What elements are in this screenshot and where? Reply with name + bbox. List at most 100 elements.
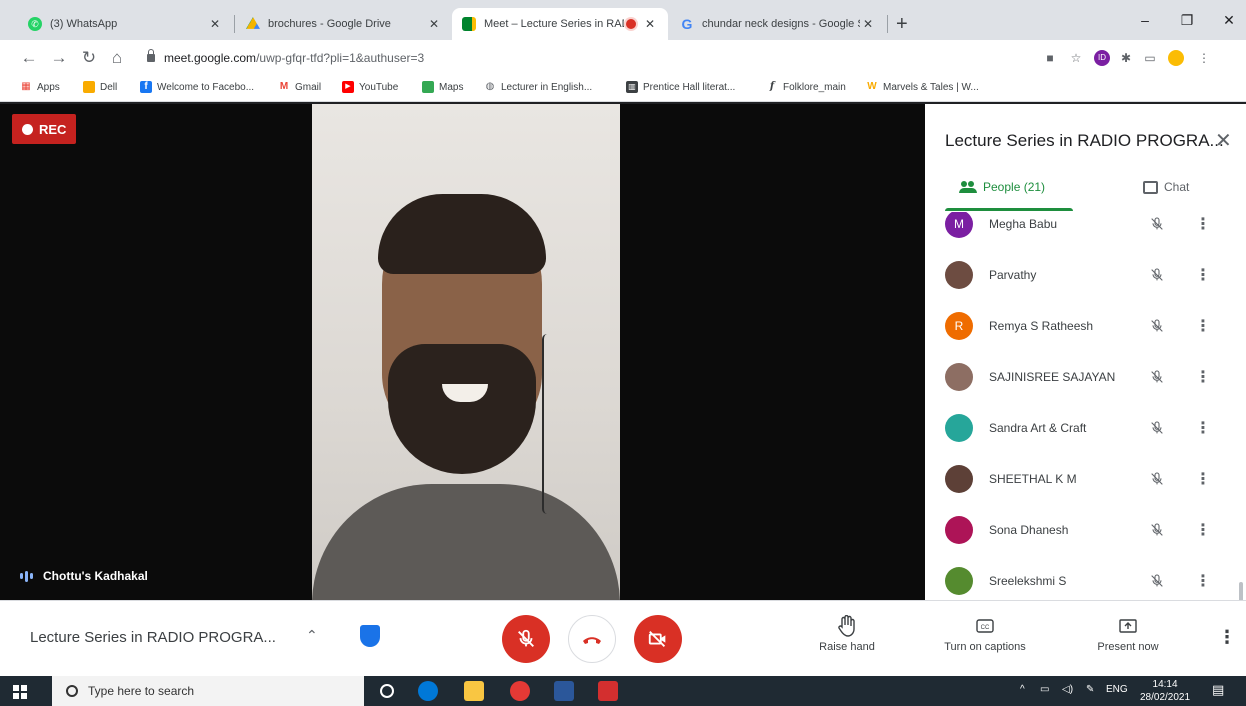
browser-menu-icon[interactable]: ⋮ <box>1196 50 1212 66</box>
more-vert-icon[interactable]: ⋮ <box>1195 316 1211 336</box>
new-tab-button[interactable]: + <box>896 14 908 34</box>
forward-button[interactable]: → <box>48 48 70 68</box>
participant-row[interactable]: Sandra Art & Craft ⋮ <box>925 402 1246 453</box>
participant-row[interactable]: Sreelekshmi S ⋮ <box>925 555 1246 600</box>
hang-up-icon <box>583 637 601 644</box>
mic-off-icon[interactable] <box>1149 420 1165 436</box>
raise-hand-button[interactable]: Raise hand <box>797 615 897 653</box>
present-now-button[interactable]: Present now <box>1078 615 1178 653</box>
close-tab-icon[interactable]: ✕ <box>207 17 223 31</box>
home-button[interactable]: ⌂ <box>106 48 128 68</box>
participant-list[interactable]: M Megha Babu ⋮ Parvathy ⋮ R Remya S Ratheesh ⋮ S… <box>925 212 1246 600</box>
mic-off-icon[interactable] <box>1149 522 1165 538</box>
back-button[interactable]: ← <box>18 48 40 68</box>
profile-avatar[interactable] <box>1168 50 1184 66</box>
captions-button[interactable]: CC Turn on captions <box>935 615 1035 653</box>
participant-row[interactable]: SAJINISREE SAJAYAN ⋮ <box>925 351 1246 402</box>
cast-icon[interactable]: ▭ <box>1142 50 1158 66</box>
bookmark-gmail[interactable]: M Gmail <box>278 81 321 93</box>
address-bar[interactable]: meet.google.com/uwp-gfqr-tfd?pli=1&authu… <box>164 51 424 65</box>
bookmark-facebook[interactable]: f Welcome to Facebo... <box>140 81 254 93</box>
tab-google-search[interactable]: G chundar neck designs - Google S ✕ <box>670 8 886 40</box>
extension-icon[interactable]: ID <box>1094 50 1110 66</box>
camera-toggle-button[interactable] <box>634 615 682 663</box>
more-vert-icon[interactable]: ⋮ <box>1195 367 1211 387</box>
more-vert-icon[interactable]: ⋮ <box>1195 418 1211 438</box>
edge-icon[interactable] <box>418 681 438 701</box>
leave-call-button[interactable] <box>568 615 616 663</box>
bookmark-youtube[interactable]: ▶ YouTube <box>342 81 398 93</box>
avatar: R <box>945 311 973 340</box>
mic-off-icon[interactable] <box>1149 216 1165 232</box>
more-vert-icon[interactable]: ⋮ <box>1195 265 1211 285</box>
microphone-toggle-button[interactable] <box>502 615 550 663</box>
bookmark-marvels-tales[interactable]: W Marvels & Tales | W... <box>866 81 979 93</box>
network-icon[interactable]: ▭ <box>1040 684 1049 695</box>
tab-whatsapp[interactable]: ✆ (3) WhatsApp ✕ <box>18 8 233 40</box>
panel-scrollbar[interactable] <box>1239 582 1243 600</box>
more-vert-icon[interactable]: ⋮ <box>1195 214 1211 234</box>
tray-chevron-icon[interactable]: ^ <box>1020 684 1025 695</box>
participant-row[interactable]: SHEETHAL K M ⋮ <box>925 453 1246 504</box>
mic-off-icon[interactable] <box>1149 471 1165 487</box>
more-options-icon[interactable]: ⋮ <box>1218 627 1236 648</box>
mic-off-icon[interactable] <box>1149 369 1165 385</box>
chevron-up-icon[interactable]: ⌃ <box>306 627 318 644</box>
volume-icon[interactable]: ◁) <box>1062 684 1073 695</box>
taskbar-search-box[interactable]: Type here to search <box>52 676 364 706</box>
more-vert-icon[interactable]: ⋮ <box>1195 469 1211 489</box>
file-explorer-icon[interactable] <box>464 681 484 701</box>
participant-row[interactable]: Parvathy ⋮ <box>925 249 1246 300</box>
bookmark-prentice-hall[interactable]: ▥ Prentice Hall literat... <box>626 81 735 93</box>
pen-icon[interactable]: ✎ <box>1086 684 1094 695</box>
restore-button[interactable]: ❐ <box>1172 12 1202 29</box>
camera-icon[interactable]: ■ <box>1042 50 1058 66</box>
participant-row[interactable]: Sona Dhanesh ⋮ <box>925 504 1246 555</box>
participant-name: Sona Dhanesh <box>989 522 1069 537</box>
cortana-icon[interactable] <box>380 684 394 698</box>
mic-off-icon[interactable] <box>1149 267 1165 283</box>
more-vert-icon[interactable]: ⋮ <box>1195 571 1211 591</box>
globe-icon: ◍ <box>485 81 495 92</box>
bookmark-label: Maps <box>439 81 464 93</box>
participant-video[interactable] <box>312 104 620 600</box>
more-vert-icon[interactable]: ⋮ <box>1195 520 1211 540</box>
taskbar-clock[interactable]: 14:14 28/02/2021 <box>1140 678 1190 704</box>
minimize-button[interactable]: – <box>1130 12 1160 28</box>
mic-off-icon[interactable] <box>1149 318 1165 334</box>
close-panel-icon[interactable]: ✕ <box>1215 128 1232 153</box>
star-icon[interactable]: ☆ <box>1068 50 1084 66</box>
bookmark-folklore[interactable]: f Folklore_main <box>766 81 846 93</box>
reload-button[interactable]: ↻ <box>78 48 100 68</box>
windows-start-icon[interactable] <box>13 685 27 699</box>
tab-title: brochures - Google Drive <box>268 18 391 30</box>
tab-meet[interactable]: Meet – Lecture Series in RAD ✕ <box>452 8 668 40</box>
bookmark-maps[interactable]: Maps <box>422 81 463 93</box>
close-tab-icon[interactable]: ✕ <box>642 17 658 31</box>
video-stage: REC Chottu's Kadhakal <box>0 104 925 600</box>
notifications-icon[interactable]: ▤ <box>1212 682 1224 698</box>
bookmark-label: Prentice Hall literat... <box>643 81 736 93</box>
tab-people[interactable]: People (21) <box>959 180 1045 194</box>
bookmark-dell[interactable]: Dell <box>83 81 117 93</box>
raise-hand-icon <box>838 615 855 637</box>
puzzle-icon[interactable]: ✱ <box>1118 50 1134 66</box>
tab-chat[interactable]: Chat <box>1143 180 1189 194</box>
close-window-button[interactable]: ✕ <box>1214 12 1244 29</box>
bookmark-lecturer[interactable]: ◍ Lecturer in English... <box>484 81 593 93</box>
lock-icon[interactable] <box>147 49 155 62</box>
bookmark-label: Folklore_main <box>783 81 846 93</box>
close-tab-icon[interactable]: ✕ <box>426 17 442 31</box>
language-indicator[interactable]: ENG <box>1106 684 1128 695</box>
chrome-icon[interactable] <box>510 681 530 701</box>
mic-off-icon[interactable] <box>1149 573 1165 589</box>
participant-row[interactable]: M Megha Babu ⋮ <box>925 212 1246 249</box>
word-icon[interactable] <box>554 681 574 701</box>
tab-title: (3) WhatsApp <box>50 18 118 30</box>
bookmark-apps[interactable]: ▦ Apps <box>20 81 60 93</box>
close-tab-icon[interactable]: ✕ <box>860 17 876 31</box>
participant-row[interactable]: R Remya S Ratheesh ⋮ <box>925 300 1246 351</box>
shield-icon[interactable] <box>360 625 380 647</box>
acrobat-icon[interactable] <box>598 681 618 701</box>
tab-google-drive[interactable]: brochures - Google Drive ✕ <box>236 8 452 40</box>
